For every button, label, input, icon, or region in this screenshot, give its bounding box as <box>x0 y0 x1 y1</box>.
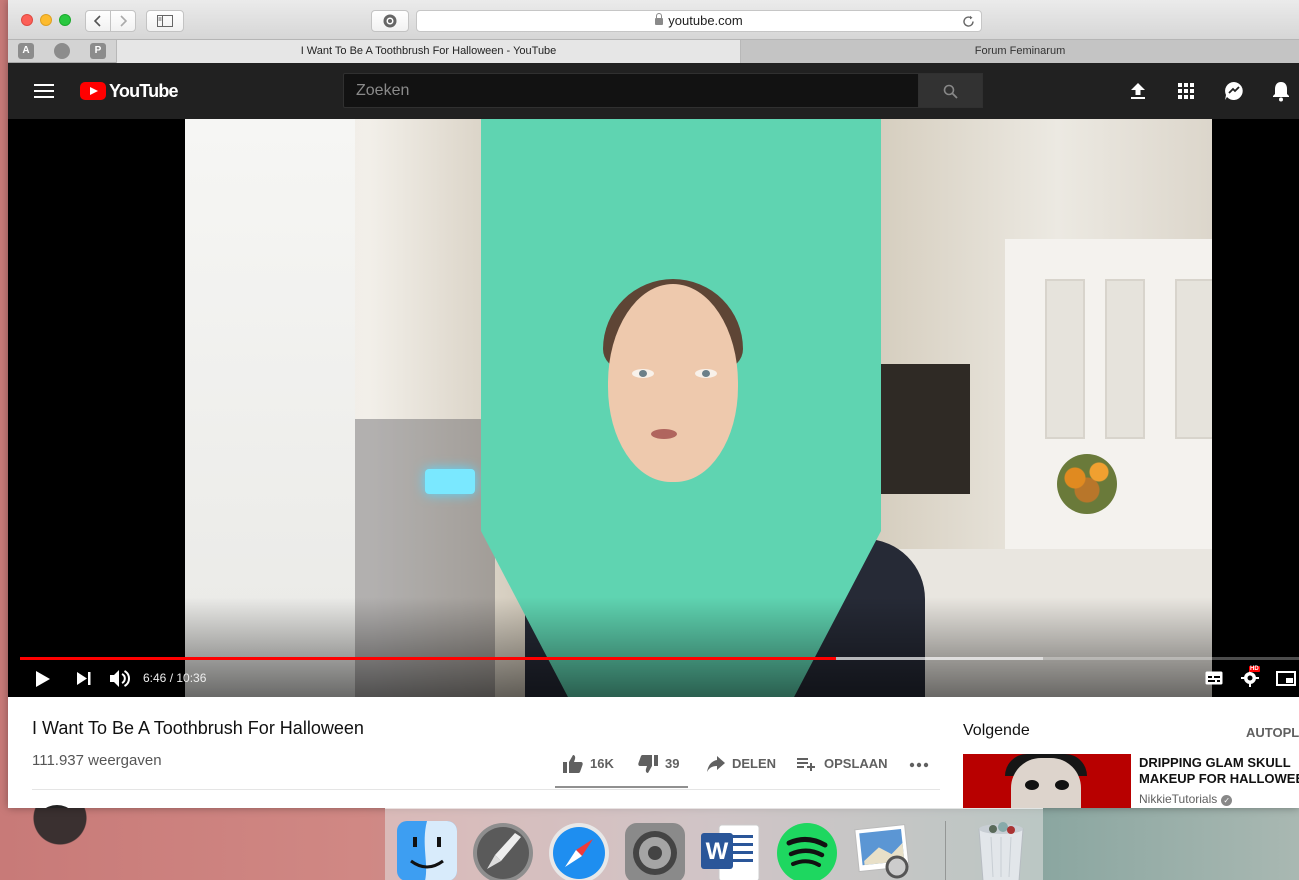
up-next-heading: Volgende <box>963 722 1030 739</box>
safari-icon[interactable] <box>547 819 611 880</box>
next-video-icon[interactable] <box>76 671 92 686</box>
share-button[interactable]: DELEN <box>707 755 777 775</box>
address-bar-url: youtube.com <box>668 13 743 28</box>
chevron-right-icon <box>120 15 128 27</box>
word-icon[interactable]: W <box>699 819 763 880</box>
pinned-tab-a[interactable]: A <box>18 43 34 59</box>
video-scene-eye <box>632 369 654 378</box>
dislike-count: 39 <box>665 756 680 771</box>
video-scene-flowers <box>1057 454 1117 514</box>
video-scene-cabinet-door <box>1045 279 1085 439</box>
minimize-window-button[interactable] <box>40 14 52 26</box>
address-bar[interactable]: youtube.com <box>416 10 982 32</box>
video-player[interactable]: 6:46 / 10:36 HD <box>8 119 1299 697</box>
recommendation-thumbnail[interactable] <box>963 754 1131 808</box>
sentiment-bar <box>555 786 688 788</box>
autoplay-label[interactable]: AUTOPLAY <box>1246 725 1299 740</box>
lock-icon <box>655 13 664 25</box>
video-scene-neon-sign <box>425 469 475 494</box>
reload-icon[interactable] <box>962 15 975 28</box>
desktop-shadow <box>0 808 170 880</box>
apps-grid-icon[interactable] <box>1175 80 1197 102</box>
zoom-window-button[interactable] <box>59 14 71 26</box>
thumbs-up-icon <box>563 755 583 773</box>
chevron-left-icon <box>93 15 101 27</box>
dock-separator <box>945 821 946 880</box>
thumbnail-eye <box>1025 780 1039 790</box>
miniplayer-icon[interactable] <box>1276 671 1296 686</box>
spotify-icon[interactable] <box>775 819 839 880</box>
show-sidebar-button[interactable] <box>146 10 184 32</box>
menu-icon[interactable] <box>34 84 54 98</box>
launchpad-icon[interactable] <box>471 819 535 880</box>
recommendation-title-line1: DRIPPING GLAM SKULL <box>1139 755 1291 770</box>
browser-toolbar: youtube.com <box>8 0 1299 40</box>
recommendation-channel[interactable]: NikkieTutorials ✓ <box>1139 792 1233 806</box>
trash-icon[interactable] <box>969 819 1033 880</box>
recommendation-title[interactable]: DRIPPING GLAM SKULL MAKEUP FOR HALLOWEEN <box>1139 755 1299 787</box>
like-count: 16K <box>590 756 614 771</box>
more-actions-icon[interactable] <box>909 762 929 768</box>
video-title: I Want To Be A Toothbrush For Halloween <box>32 718 364 738</box>
info-divider <box>32 789 940 790</box>
video-scene-cabinet-door <box>1175 279 1212 439</box>
play-icon[interactable] <box>35 670 51 688</box>
close-window-button[interactable] <box>21 14 33 26</box>
pinned-tab-p[interactable]: P <box>90 43 106 59</box>
ghostery-extension-button[interactable] <box>371 10 409 32</box>
dislike-button[interactable]: 39 <box>638 755 688 775</box>
svg-text:W: W <box>706 838 729 865</box>
save-label: OPSLAAN <box>824 756 888 771</box>
youtube-play-logo-icon <box>80 82 106 100</box>
video-scene-dark-window <box>880 364 970 494</box>
thumbs-down-icon <box>638 755 658 773</box>
progress-played[interactable] <box>20 657 836 660</box>
back-button[interactable] <box>85 10 111 32</box>
thumbnail-skull-face <box>1011 758 1081 808</box>
sidebar-icon <box>157 15 173 27</box>
view-count: 111.937 weergaven <box>32 752 162 769</box>
youtube-header: YouTube Zoeken <box>8 63 1299 119</box>
preview-icon[interactable] <box>851 819 915 880</box>
hd-badge: HD <box>1249 666 1260 672</box>
channel-avatar[interactable] <box>35 805 79 808</box>
messages-icon[interactable] <box>1223 80 1245 102</box>
upload-icon[interactable] <box>1127 80 1149 102</box>
search-icon <box>943 84 958 99</box>
search-button[interactable] <box>918 73 983 108</box>
tab-bar: A P I Want To Be A Toothbrush For Hallow… <box>8 40 1299 63</box>
add-to-playlist-icon <box>797 758 815 771</box>
video-scene-mouth <box>651 429 677 439</box>
share-arrow-icon <box>707 756 725 772</box>
thumbnail-eye <box>1055 780 1069 790</box>
finder-icon[interactable] <box>395 819 459 880</box>
system-preferences-icon[interactable] <box>623 819 687 880</box>
pinned-tab-circle[interactable] <box>54 43 70 59</box>
save-button[interactable]: OPSLAAN <box>797 755 888 775</box>
tab-youtube[interactable]: I Want To Be A Toothbrush For Halloween … <box>116 40 741 63</box>
subtitles-icon[interactable] <box>1205 671 1223 685</box>
like-button[interactable]: 16K <box>563 755 623 775</box>
video-scene-cabinet-door <box>1105 279 1145 439</box>
verified-check-icon: ✓ <box>1221 795 1233 806</box>
volume-icon[interactable] <box>109 669 131 688</box>
macos-dock: W <box>385 808 1043 880</box>
share-label: DELEN <box>732 756 777 771</box>
time-display: 6:46 / 10:36 <box>143 671 207 685</box>
ghost-shield-icon <box>383 14 397 28</box>
recommendation-channel-name: NikkieTutorials <box>1139 792 1218 806</box>
video-scene-face <box>608 284 738 482</box>
safari-window: youtube.com A P I Want To Be A Toothbrus… <box>8 0 1299 808</box>
tab-forum-feminarum[interactable]: Forum Feminarum <box>741 40 1299 63</box>
recommendation-title-line2: MAKEUP FOR HALLOWEEN <box>1139 771 1299 786</box>
search-input[interactable]: Zoeken <box>343 73 919 108</box>
forward-button[interactable] <box>110 10 136 32</box>
notifications-bell-icon[interactable] <box>1270 80 1292 102</box>
youtube-logo-text: YouTube <box>109 81 179 101</box>
video-scene-eye <box>695 369 717 378</box>
